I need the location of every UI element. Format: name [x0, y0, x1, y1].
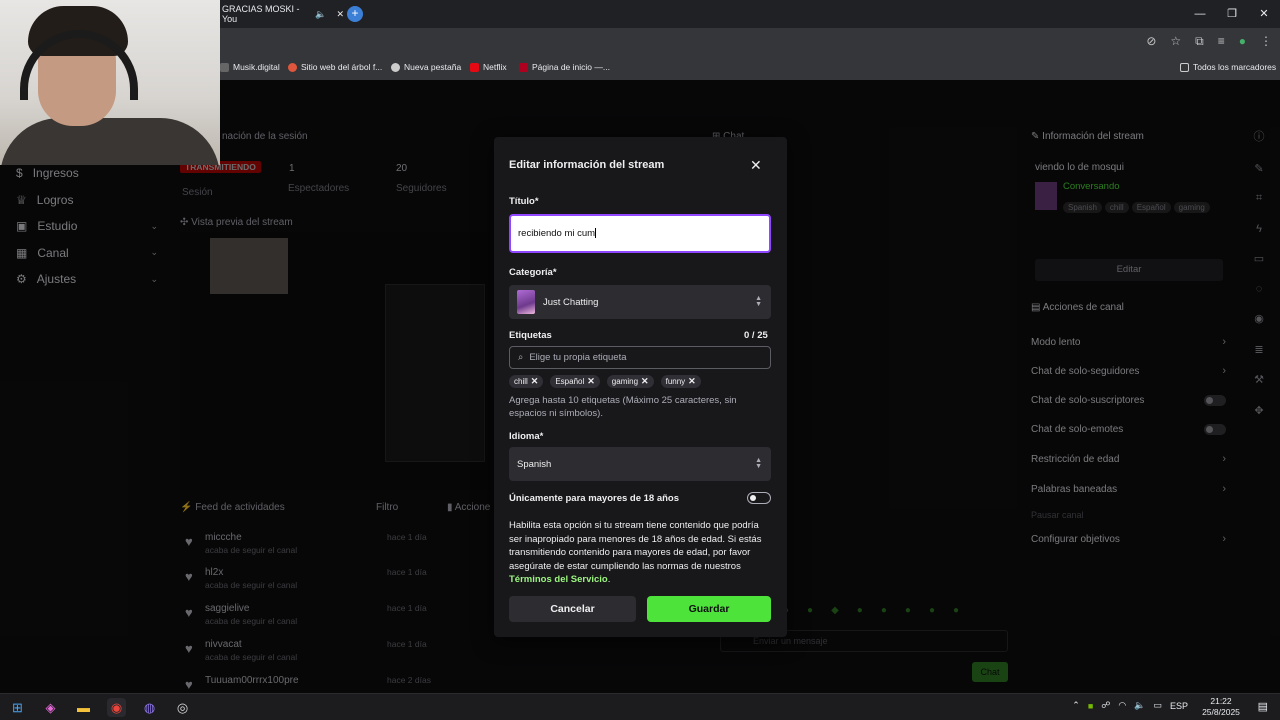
stream-title-input[interactable]: recibiendo mi cum — [509, 214, 771, 253]
toolbar-icons: ⊘ ☆ ⧉ ≡ ● ⋮ — [1146, 34, 1272, 49]
media-icon[interactable]: ≡ — [1218, 34, 1225, 49]
search-icon: ⌕ — [518, 352, 524, 363]
star-icon[interactable]: ☆ — [1170, 34, 1181, 49]
language-indicator[interactable]: ESP — [1170, 701, 1188, 711]
remove-tag-icon[interactable]: ✕ — [641, 376, 649, 387]
close-icon[interactable]: ✕ — [750, 157, 762, 174]
new-tab-button[interactable]: + — [347, 6, 363, 22]
clock[interactable]: 21:22 25/8/2025 — [1202, 696, 1240, 718]
cancel-button[interactable]: Cancelar — [509, 596, 636, 622]
bookmark-item[interactable]: Musik.digital — [220, 62, 280, 72]
speaker-icon[interactable]: 🔈 — [315, 9, 326, 20]
browser-tab[interactable]: GRACIAS MOSKI - You 🔈 ✕ — [218, 4, 344, 24]
bookmark-item[interactable]: Sitio web del árbol f... — [288, 62, 382, 72]
webcam-overlay — [0, 0, 220, 165]
restore-icon[interactable]: ❐ — [1216, 0, 1248, 28]
windows-taskbar: ⊞ ◈ ▬ ◉ ◍ ◎ ⌃ ■ ☍ ◠ 🔈 ▭ ESP 21:22 25/8/2… — [0, 693, 1280, 720]
remove-tag-icon[interactable]: ✕ — [587, 376, 595, 387]
category-label: Categoría* — [509, 267, 557, 278]
edit-stream-info-modal: Editar información del stream ✕ Título* … — [494, 137, 787, 637]
tag-chip[interactable]: funny ✕ — [660, 375, 701, 388]
obs-icon[interactable]: ◎ — [173, 698, 192, 717]
text-caret — [595, 228, 597, 239]
category-box-art — [517, 290, 535, 314]
profile-icon[interactable]: ● — [1239, 34, 1246, 49]
terms-of-service-link[interactable]: Términos del Servicio — [509, 574, 608, 585]
title-label: Título* — [509, 196, 539, 207]
eye-off-icon[interactable]: ⊘ — [1146, 34, 1156, 49]
minimize-icon[interactable]: — — [1184, 0, 1216, 28]
close-tab-icon[interactable]: ✕ — [336, 9, 344, 20]
volume-icon[interactable]: 🔈 — [1134, 700, 1145, 711]
webcam-body — [0, 118, 220, 165]
tab-title: GRACIAS MOSKI - You — [222, 4, 300, 24]
chrome-icon[interactable]: ◉ — [107, 698, 126, 717]
wifi-icon[interactable]: ◠ — [1118, 700, 1126, 711]
tag-input[interactable]: ⌕ Elige tu propia etiqueta — [509, 346, 771, 369]
modal-title: Editar información del stream — [509, 159, 665, 171]
network-icon[interactable]: ☍ — [1101, 700, 1110, 711]
clock-time: 21:22 — [1210, 696, 1232, 706]
language-select[interactable]: Spanish ▲ ▼ — [509, 447, 771, 481]
menu-icon[interactable]: ⋮ — [1260, 34, 1272, 49]
tags-counter: 0 / 25 — [744, 330, 768, 341]
bookmark-item[interactable]: Nueva pestaña — [391, 62, 461, 72]
copilot-icon[interactable]: ◈ — [41, 698, 60, 717]
remove-tag-icon[interactable]: ✕ — [531, 376, 539, 387]
window-controls: — ❐ ✕ — [1184, 0, 1280, 28]
start-icon[interactable]: ⊞ — [8, 698, 27, 717]
battery-icon[interactable]: ▭ — [1153, 700, 1162, 711]
select-arrows-icon: ▲ ▼ — [755, 457, 762, 470]
tags-helper-text: Agrega hasta 10 etiquetas (Máximo 25 car… — [509, 395, 737, 419]
notifications-icon[interactable]: ▤ — [1258, 700, 1268, 713]
discord-icon[interactable]: ◍ — [140, 698, 159, 717]
tag-list: chill ✕ Español ✕ gaming ✕ funny ✕ — [509, 375, 701, 388]
mature-content-description: Habilita esta opción si tu stream tiene … — [509, 520, 762, 585]
close-window-icon[interactable]: ✕ — [1248, 0, 1280, 28]
tag-chip[interactable]: Español ✕ — [550, 375, 600, 388]
bookmark-item[interactable]: Netflix — [470, 62, 507, 72]
clock-date: 25/8/2025 — [1202, 707, 1240, 717]
category-select[interactable]: Just Chatting ▲ ▼ — [509, 285, 771, 319]
bookmark-item[interactable]: Página de inicio —... — [519, 62, 610, 72]
tag-chip[interactable]: gaming ✕ — [606, 375, 654, 388]
language-label: Idioma* — [509, 431, 544, 442]
file-explorer-icon[interactable]: ▬ — [74, 698, 93, 717]
taskbar-apps: ⊞ ◈ ▬ ◉ ◍ ◎ — [8, 698, 192, 717]
nvidia-icon[interactable]: ■ — [1088, 701, 1093, 711]
all-bookmarks[interactable]: Todos los marcadores — [1180, 62, 1276, 72]
extensions-icon[interactable]: ⧉ — [1195, 34, 1204, 49]
save-button[interactable]: Guardar — [647, 596, 771, 622]
tag-chip[interactable]: chill ✕ — [509, 375, 544, 388]
mature-content-row: Únicamente para mayores de 18 años — [509, 492, 771, 504]
remove-tag-icon[interactable]: ✕ — [688, 376, 696, 387]
mature-content-toggle[interactable] — [747, 492, 771, 504]
chevron-up-icon[interactable]: ⌃ — [1072, 700, 1080, 711]
tags-label: Etiquetas — [509, 330, 552, 341]
select-arrows-icon: ▲ ▼ — [755, 295, 762, 308]
system-tray: ⌃ ■ ☍ ◠ 🔈 ▭ ESP — [1072, 700, 1188, 711]
